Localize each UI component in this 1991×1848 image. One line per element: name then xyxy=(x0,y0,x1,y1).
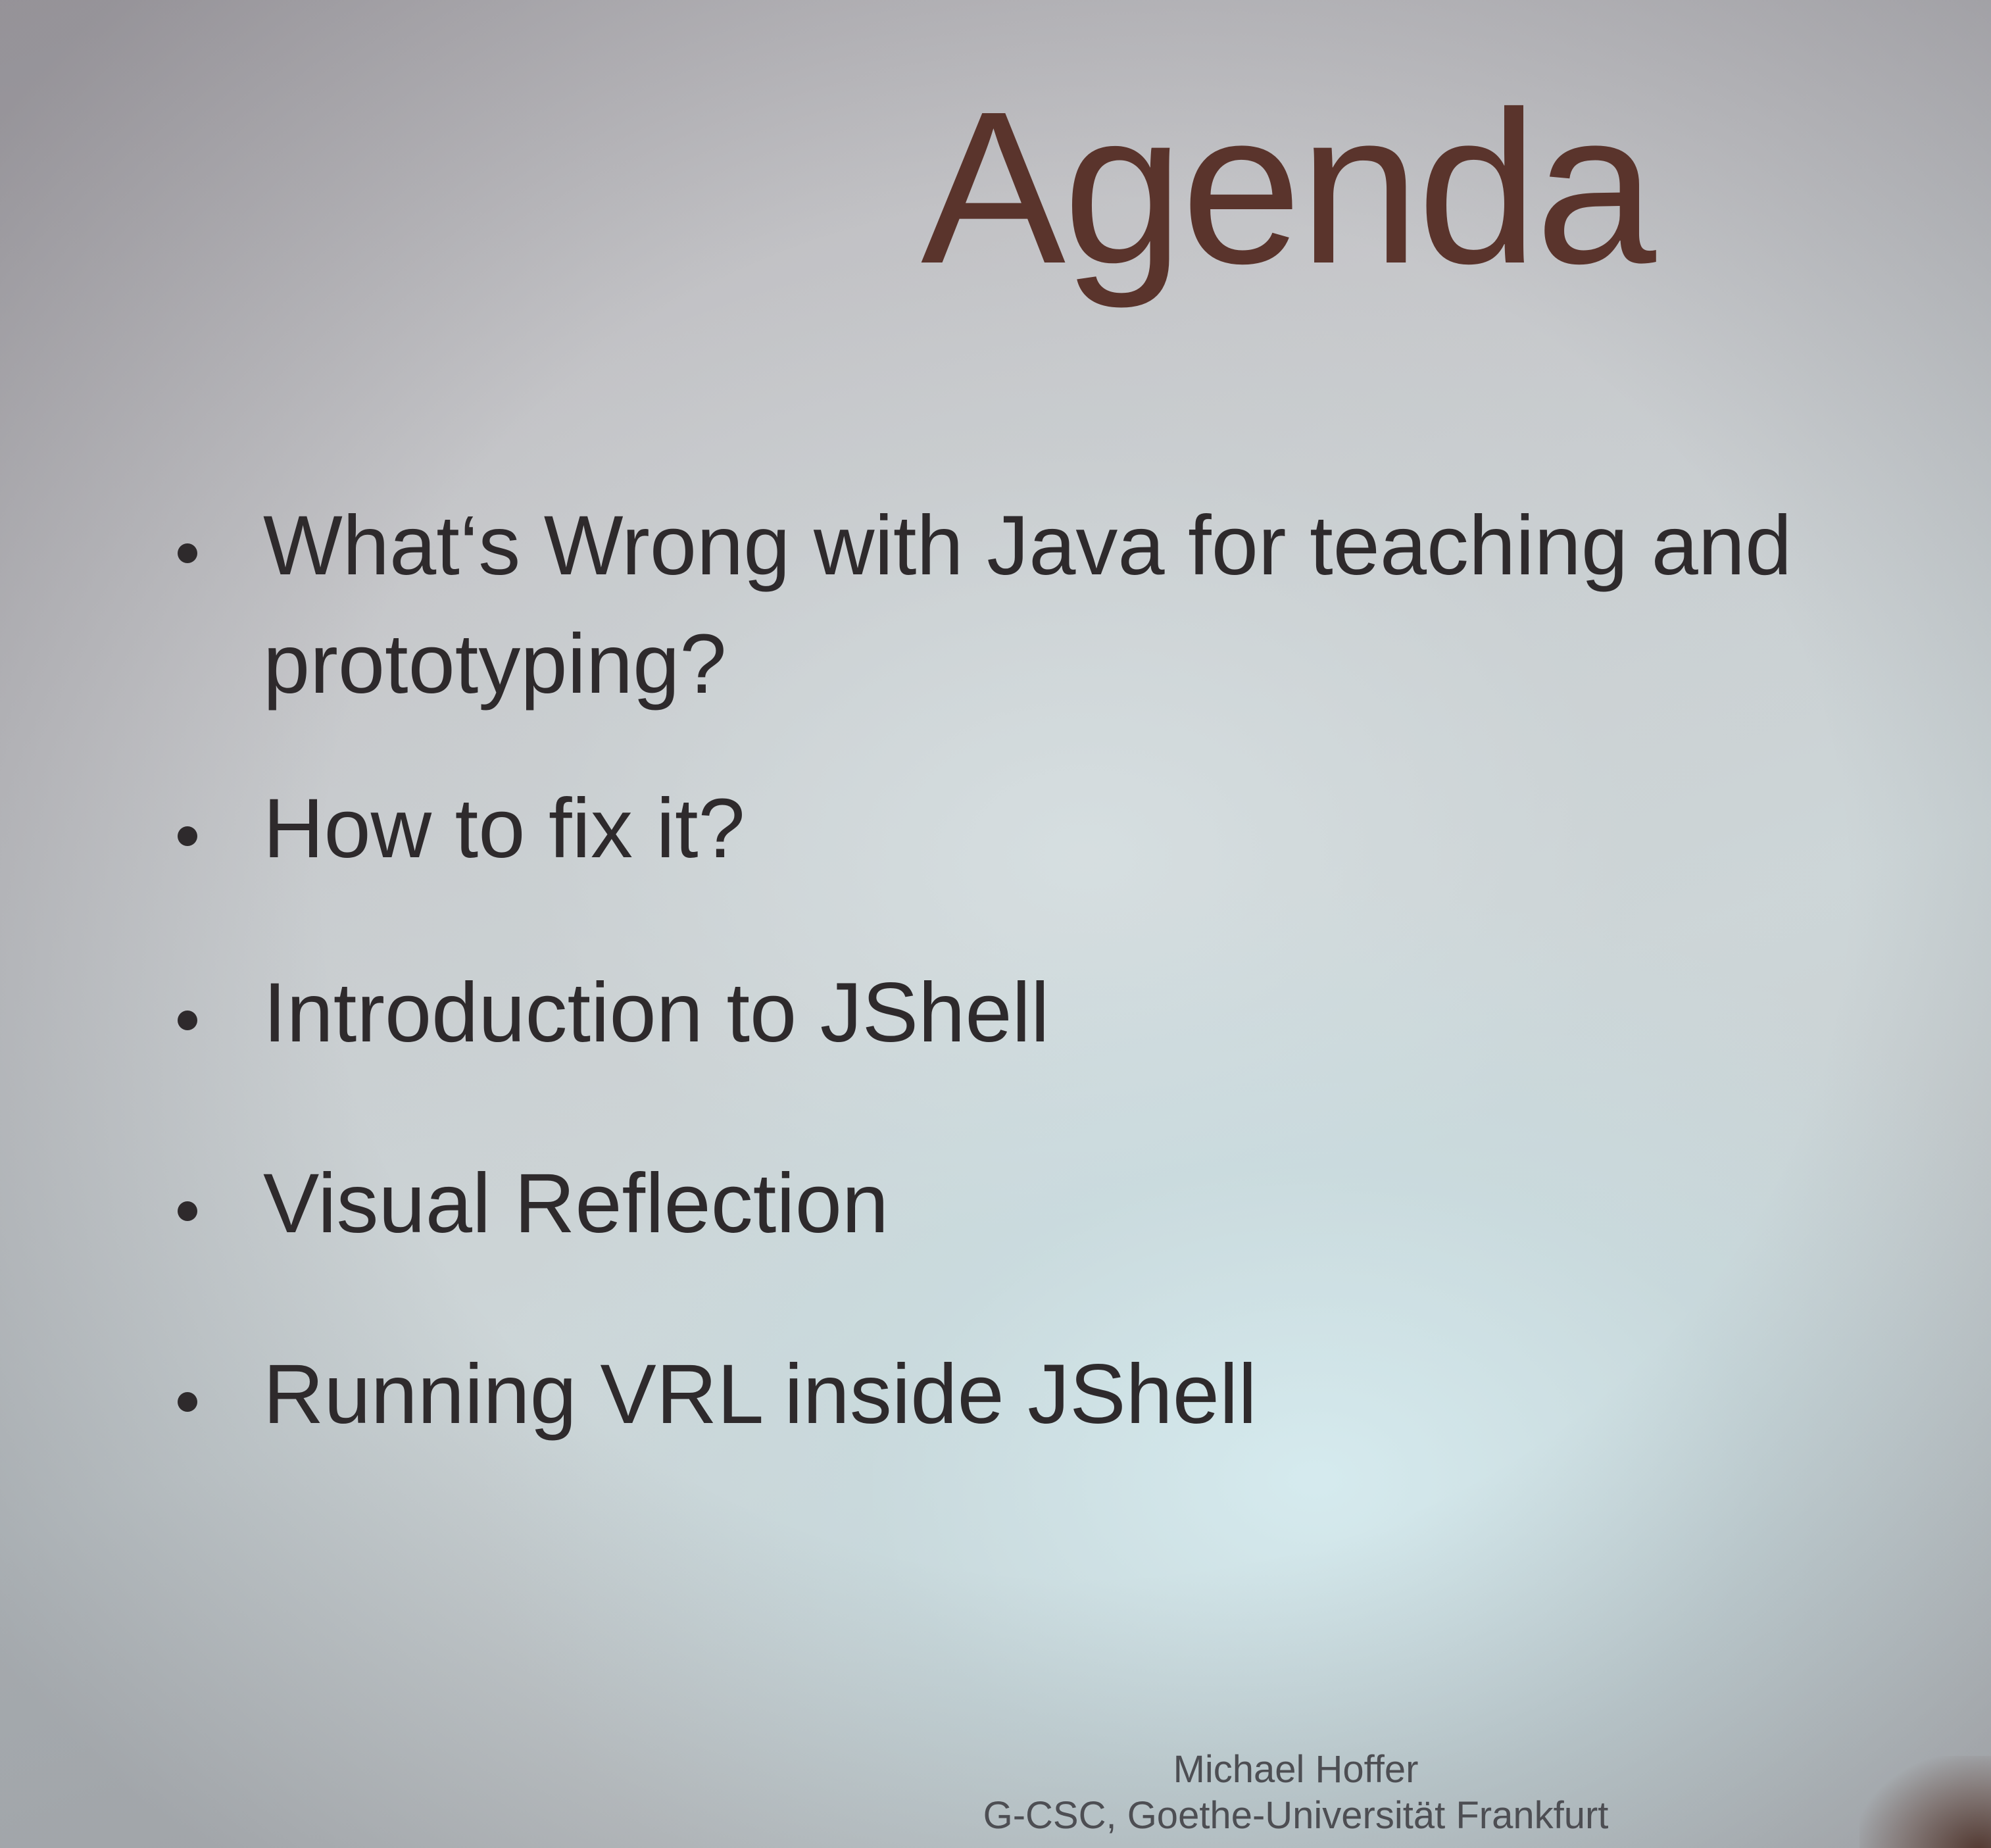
bullet-icon xyxy=(178,826,197,846)
agenda-item-label: Running VRL inside JShell xyxy=(263,1347,1257,1441)
corner-shadow xyxy=(1859,1756,1991,1848)
agenda-item-label: What‘s Wrong with Java for teaching and xyxy=(263,499,1792,593)
slide-title: Agenda xyxy=(921,66,1656,309)
presentation-slide: Agenda What‘s Wrong with Java for teachi… xyxy=(0,0,1991,1848)
footer-affiliation: G-CSC, Goethe-Universität Frankfurt xyxy=(983,1794,1609,1837)
agenda-item-label-continued: prototyping? xyxy=(263,617,727,711)
footer-author: Michael Hoffer xyxy=(1173,1748,1419,1791)
bullet-icon xyxy=(178,1201,197,1221)
agenda-item-label: How to fix it? xyxy=(263,782,745,876)
agenda-item-label: Visual Reflection xyxy=(263,1157,889,1251)
agenda-item-label: Introduction to JShell xyxy=(263,966,1050,1060)
slide-footer: Michael Hoffer G-CSC, Goethe-Universität… xyxy=(855,1747,1736,1839)
bullet-icon xyxy=(178,1011,197,1030)
bullet-icon xyxy=(178,543,197,563)
bullet-icon xyxy=(178,1392,197,1412)
